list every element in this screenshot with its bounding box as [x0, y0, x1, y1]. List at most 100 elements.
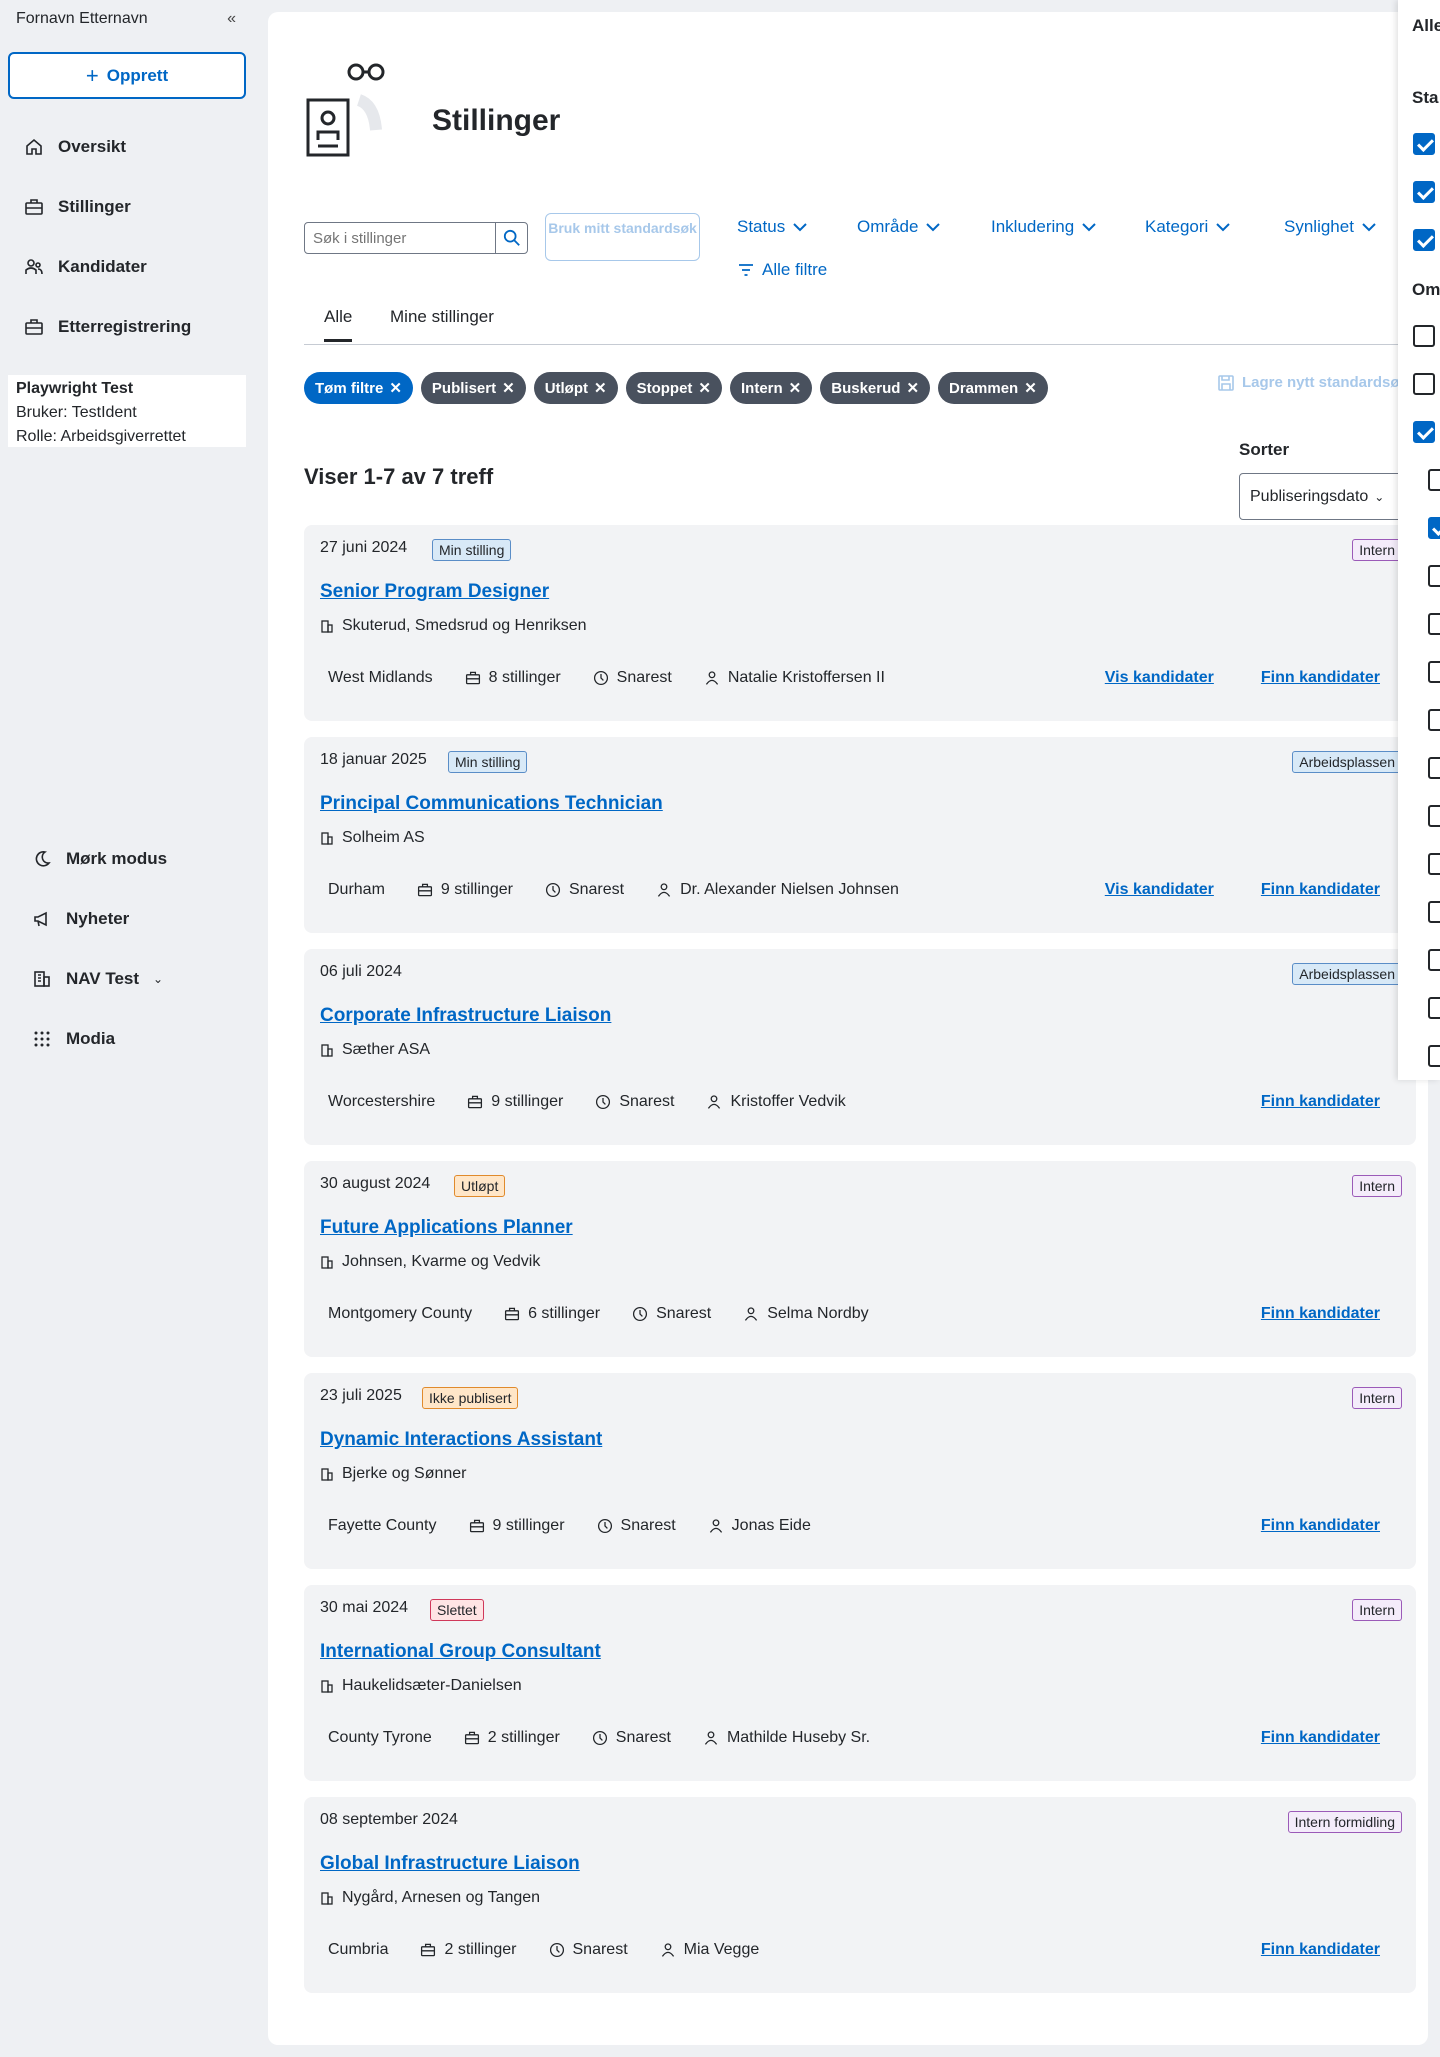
building-icon: [321, 1044, 333, 1057]
clock-icon: [592, 1730, 607, 1746]
checkbox[interactable]: [1413, 181, 1435, 203]
filter-status[interactable]: Status: [737, 214, 807, 240]
checkbox[interactable]: [1428, 949, 1440, 971]
checkbox[interactable]: [1428, 853, 1440, 875]
user-name: Fornavn Etternavn «: [16, 10, 236, 32]
filter-section-status: Sta: [1412, 88, 1439, 107]
chevron-down-icon: ⌄: [1374, 489, 1385, 504]
sidebar-item-etterregistrering[interactable]: Etterregistrering: [24, 312, 191, 342]
job-card: 18 januar 2025 Min stilling Arbeidsplassen…: [304, 737, 1416, 933]
sort-select[interactable]: Publiseringsdato ⌄: [1239, 473, 1409, 520]
contact-text: Natalie Kristoffersen II: [727, 669, 885, 686]
filter-omrade[interactable]: Område: [857, 214, 941, 240]
filter-kategori[interactable]: Kategori: [1145, 214, 1231, 240]
checkbox[interactable]: [1428, 805, 1440, 827]
checkbox[interactable]: [1413, 325, 1435, 347]
find-candidates-link[interactable]: Finn kandidater: [1261, 1093, 1380, 1111]
filter-chip[interactable]: Intern ✕: [730, 372, 813, 404]
filter-chip[interactable]: Drammen ✕: [938, 372, 1048, 404]
filter-chip[interactable]: Buskerud ✕: [820, 372, 931, 404]
job-employer: Johnsen, Kvarme og Vedvik: [320, 1253, 540, 1271]
show-candidates-link[interactable]: Vis kandidater: [1105, 881, 1214, 899]
job-title-link[interactable]: International Group Consultant: [320, 1641, 601, 1663]
checkbox[interactable]: [1428, 757, 1440, 779]
employer-name: Haukelidsæter-Danielsen: [342, 1677, 522, 1694]
clock-icon: [633, 1306, 648, 1322]
job-title-link[interactable]: Senior Program Designer: [320, 581, 549, 603]
filter-inkludering[interactable]: Inkludering: [991, 214, 1096, 240]
close-icon: ✕: [594, 380, 607, 397]
positions-text: 2 stillinger: [444, 1941, 517, 1958]
use-standard-search-button[interactable]: Bruk mitt standardsøk: [545, 213, 700, 261]
tab-alle[interactable]: Alle: [324, 307, 353, 342]
visibility-badge: Arbeidsplassen: [1292, 963, 1402, 985]
search-field[interactable]: [304, 222, 528, 254]
location-text: Durham: [328, 881, 385, 898]
sidebar-item-kandidater[interactable]: Kandidater: [24, 252, 147, 282]
info-line-user: Bruker: TestIdent: [16, 404, 137, 421]
positions-text: 8 stillinger: [488, 669, 561, 686]
job-title-link[interactable]: Dynamic Interactions Assistant: [320, 1429, 602, 1451]
checkbox[interactable]: [1428, 1045, 1440, 1067]
checkbox[interactable]: [1428, 709, 1440, 731]
filter-chip[interactable]: Utløpt ✕: [533, 372, 618, 404]
filter-panel-title: Alle: [1412, 16, 1440, 35]
visibility-badge: Intern: [1352, 1387, 1402, 1409]
checkbox[interactable]: [1413, 229, 1435, 251]
checkbox[interactable]: [1413, 133, 1435, 155]
job-date: 30 august 2024: [320, 1175, 431, 1192]
visibility-badge: Intern formidling: [1287, 1811, 1402, 1833]
megaphone-icon: [34, 911, 47, 927]
checkbox[interactable]: [1413, 421, 1435, 443]
sidebar-item-oversikt[interactable]: Oversikt: [24, 132, 126, 162]
status-badge: Min stilling: [448, 751, 528, 773]
job-title-link[interactable]: Corporate Infrastructure Liaison: [320, 1005, 611, 1027]
show-candidates-link[interactable]: Vis kandidater: [1105, 669, 1214, 687]
job-positions: 9 stillinger: [469, 1517, 565, 1535]
job-title-link[interactable]: Global Infrastructure Liaison: [320, 1853, 580, 1875]
filter-chip[interactable]: Stoppet ✕: [625, 372, 722, 404]
sidebar-item-label: NAV Test: [66, 969, 140, 988]
checkbox[interactable]: [1413, 373, 1435, 395]
building-icon: [321, 1468, 333, 1481]
job-title-link[interactable]: Principal Communications Technician: [320, 793, 663, 815]
collapse-sidebar-button[interactable]: «: [227, 10, 236, 28]
chip-label: Stoppet: [636, 379, 693, 397]
checkbox[interactable]: [1428, 997, 1440, 1019]
positions-text: 9 stillinger: [440, 881, 513, 898]
save-standard-search-button[interactable]: Lagre nytt standardsøk: [1218, 374, 1408, 391]
news-link[interactable]: Nyheter: [32, 904, 129, 934]
checkbox[interactable]: [1428, 469, 1440, 491]
checkbox[interactable]: [1428, 901, 1440, 923]
dark-mode-toggle[interactable]: Mørk modus: [32, 844, 167, 874]
create-button[interactable]: + Opprett: [8, 52, 246, 99]
find-candidates-link[interactable]: Finn kandidater: [1261, 669, 1380, 687]
clear-filters-chip[interactable]: Tøm filtre ✕: [304, 372, 413, 404]
find-candidates-link[interactable]: Finn kandidater: [1261, 881, 1380, 899]
modia-link[interactable]: Modia: [32, 1024, 115, 1054]
find-candidates-link[interactable]: Finn kandidater: [1261, 1941, 1380, 1959]
checkbox[interactable]: [1428, 613, 1440, 635]
find-candidates-link[interactable]: Finn kandidater: [1261, 1305, 1380, 1323]
location-text: Fayette County: [328, 1517, 437, 1534]
sidebar-item-stillinger[interactable]: Stillinger: [24, 192, 131, 222]
tab-mine-stillinger[interactable]: Mine stillinger: [390, 307, 494, 327]
find-candidates-link[interactable]: Finn kandidater: [1261, 1517, 1380, 1535]
employer-name: Solheim AS: [342, 829, 425, 846]
search-input[interactable]: [305, 223, 495, 253]
all-filters-button[interactable]: Alle filtre: [738, 260, 827, 280]
job-title-link[interactable]: Future Applications Planner: [320, 1217, 573, 1239]
office-selector[interactable]: NAV Test ⌄: [32, 964, 163, 994]
location-text: Worcestershire: [328, 1093, 436, 1110]
job-meta: Montgomery County 6 stillinger Snarest S…: [328, 1305, 901, 1323]
employer-name: Skuterud, Smedsrud og Henriksen: [342, 617, 587, 634]
filter-synlighet[interactable]: Synlighet: [1284, 214, 1376, 240]
contact-text: Mia Vegge: [683, 1941, 760, 1958]
checkbox[interactable]: [1428, 517, 1440, 539]
checkbox[interactable]: [1428, 565, 1440, 587]
result-count: Viser 1-7 av 7 treff: [304, 464, 494, 489]
search-button[interactable]: [495, 223, 527, 253]
checkbox[interactable]: [1428, 661, 1440, 683]
find-candidates-link[interactable]: Finn kandidater: [1261, 1729, 1380, 1747]
filter-chip[interactable]: Publisert ✕: [420, 372, 526, 404]
